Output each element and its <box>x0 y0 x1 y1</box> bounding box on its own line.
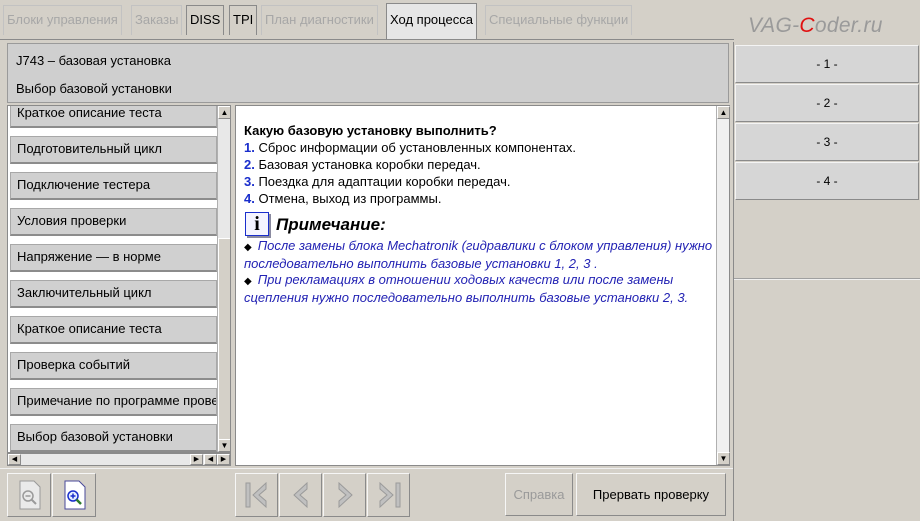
arrow-left-icon <box>293 481 308 509</box>
option-3-button[interactable]: - 3 - <box>735 123 919 161</box>
step-list: Краткое описание теста Подготовительный … <box>7 105 231 453</box>
option-line: 2. Базовая установка коробки передач. <box>244 157 481 172</box>
option-line: 3. Поездка для адаптации коробки передач… <box>244 174 511 189</box>
option-1-button[interactable]: - 1 - <box>735 45 919 83</box>
bullet-icon: ◆ <box>244 242 252 253</box>
note-title: Примечание: <box>276 215 386 234</box>
scroll-right-icon[interactable]: ▶ <box>190 454 203 465</box>
tab-diagnostic-plan[interactable]: План диагностики <box>261 5 378 35</box>
abort-test-button[interactable]: Прервать проверку <box>576 473 726 516</box>
note-item: ◆ После замены блока Mechatronik (гидравл… <box>244 238 713 271</box>
step-item[interactable]: Краткое описание теста <box>10 316 217 344</box>
tab-special-functions[interactable]: Специальные функции <box>485 5 633 35</box>
next-step-button[interactable] <box>323 473 366 517</box>
step-item[interactable]: Подготовительный цикл <box>10 136 217 164</box>
bottom-toolbar: Справка Прервать проверку <box>0 468 733 521</box>
scroll-right-icon[interactable]: ▶ <box>217 454 230 465</box>
tab-tpi[interactable]: TPI <box>229 5 258 35</box>
step-item[interactable]: Проверка событий <box>10 352 217 380</box>
option-line: 1. Сброс информации об установленных ком… <box>244 140 577 155</box>
step-item[interactable]: Заключительный цикл <box>10 280 217 308</box>
option-line: 4. Отмена, выход из программы. <box>244 191 442 206</box>
previous-step-button[interactable] <box>279 473 322 517</box>
bullet-icon: ◆ <box>244 276 252 287</box>
scroll-thumb[interactable] <box>218 238 230 448</box>
test-subtitle: Выбор базовой установки <box>16 81 172 96</box>
test-header: J743 – базовая установка Выбор базовой у… <box>7 43 729 103</box>
step-item[interactable]: Примечание по программе проверки <box>10 388 217 416</box>
scroll-left-icon[interactable]: ◀ <box>8 454 21 465</box>
help-button[interactable]: Справка <box>505 473 573 516</box>
skip-first-icon <box>245 481 267 509</box>
instruction-panel: Какую базовую установку выполнить? 1. Сб… <box>235 105 730 466</box>
zoom-out-icon <box>19 480 41 510</box>
tab-control-units[interactable]: Блоки управления <box>3 5 122 35</box>
step-list-vscroll[interactable]: ▲ ▼ <box>217 106 230 452</box>
scroll-down-icon[interactable]: ▼ <box>218 439 230 452</box>
step-item[interactable]: Напряжение — в норме <box>10 244 217 272</box>
tab-process[interactable]: Ход процесса <box>386 3 477 39</box>
zoom-out-button[interactable] <box>7 473 51 517</box>
right-button-panel: - 1 - - 2 - - 3 - - 4 - <box>733 42 920 521</box>
option-2-button[interactable]: - 2 - <box>735 84 919 122</box>
step-item[interactable]: Подключение тестера <box>10 172 217 200</box>
step-list-hscroll[interactable]: ◀ ▶ ◀ ▶ <box>7 453 231 466</box>
instruction-text: Какую базовую установку выполнить? 1. Сб… <box>244 122 714 306</box>
note-header: i Примечание: <box>244 212 714 238</box>
info-icon: i <box>245 212 269 236</box>
option-4-button[interactable]: - 4 - <box>735 162 919 200</box>
arrow-right-icon <box>338 481 353 509</box>
tab-orders[interactable]: Заказы <box>131 5 183 35</box>
note-item: ◆ При рекламациях в отношении ходовых кач… <box>244 272 689 305</box>
content-vscroll[interactable]: ▲ ▼ <box>716 106 730 465</box>
scroll-up-icon[interactable]: ▲ <box>218 106 230 119</box>
scroll-left-icon[interactable]: ◀ <box>204 454 217 465</box>
tab-bar: Блоки управления Заказы DISS TPI План ди… <box>0 0 734 40</box>
zoom-in-button[interactable] <box>52 473 96 517</box>
panel-divider <box>734 278 920 280</box>
tab-diss[interactable]: DISS <box>186 5 225 35</box>
first-step-button[interactable] <box>235 473 278 517</box>
step-item[interactable]: Краткое описание теста <box>10 106 217 128</box>
step-item[interactable]: Условия проверки <box>10 208 217 236</box>
skip-last-icon <box>379 481 401 509</box>
scroll-up-icon[interactable]: ▲ <box>717 106 730 119</box>
last-step-button[interactable] <box>367 473 410 517</box>
brand-watermark: VAG-Coder.ru <box>748 14 883 37</box>
step-item-selected[interactable]: Выбор базовой установки <box>10 424 217 452</box>
scroll-down-icon[interactable]: ▼ <box>717 452 730 465</box>
test-title: J743 – базовая установка <box>16 53 171 68</box>
question-text: Какую базовую установку выполнить? <box>244 123 497 138</box>
zoom-in-icon <box>64 480 86 510</box>
